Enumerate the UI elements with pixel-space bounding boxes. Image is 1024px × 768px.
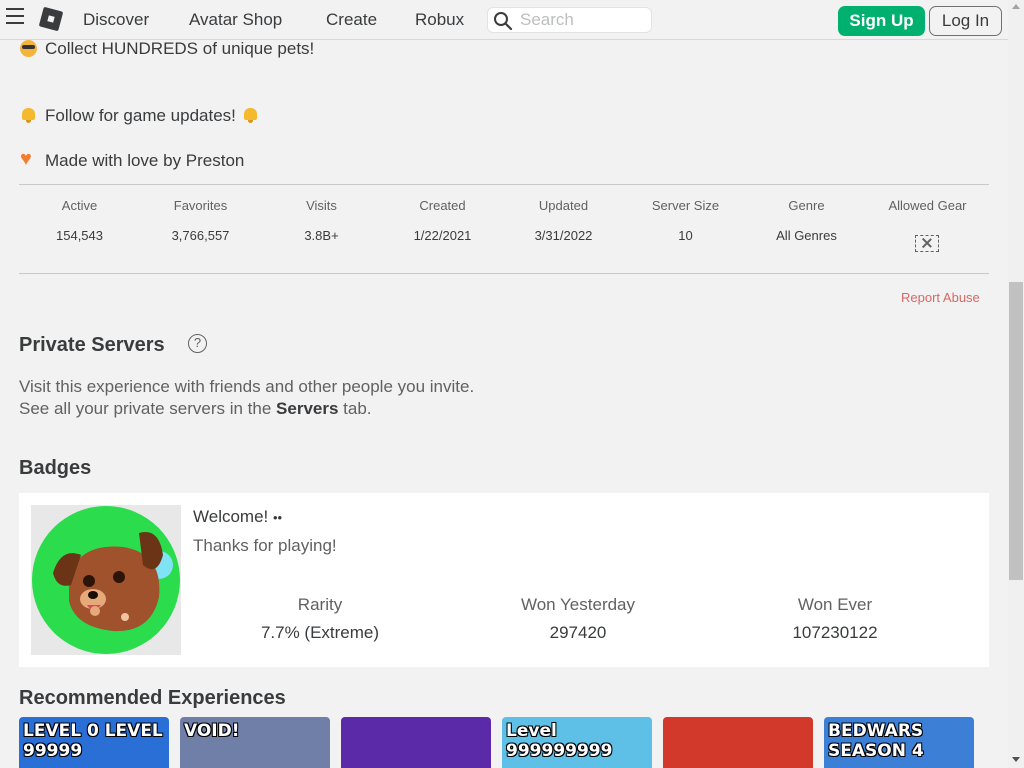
report-abuse-link[interactable]: Report Abuse [901,290,980,305]
scrollbar[interactable] [1008,0,1024,768]
roblox-logo-icon[interactable] [38,6,64,32]
nav-robux[interactable]: Robux [415,10,464,30]
search-icon[interactable] [493,11,513,31]
stat-value-server-size: 10 [678,228,693,243]
description-line: Collect HUNDREDS of unique pets! [20,39,314,59]
hint-text: tab. [343,399,372,418]
badge-name[interactable]: Welcome! •• [193,507,282,527]
badge-stat-label: Rarity [297,595,343,614]
recommended-experience-tile[interactable]: LEVEL 0 LEVEL 99999 [19,717,169,768]
stat-value-visits: 3.8B+ [304,228,339,243]
badge-name-text: Welcome! [193,507,269,526]
recommended-experience-tile[interactable]: Level 999999999 [502,717,652,768]
nav-discover[interactable]: Discover [83,10,149,30]
description-line: Made with love by Preston [20,148,245,171]
recommended-experience-tile[interactable]: VOID! [180,717,330,768]
stat-label-active: Active [61,198,98,213]
stat-label-updated: Updated [538,198,589,213]
sunglasses-emoji-icon [20,40,37,57]
badge-stat-label: Won Yesterday [520,595,636,614]
badge-image[interactable] [31,505,181,655]
help-icon[interactable]: ? [188,334,207,353]
badge-card: Welcome! •• Thanks for playing! Rarity 7… [19,493,989,667]
stat-value-genre: All Genres [776,228,837,243]
tile-caption: Level 999999999 [506,721,613,761]
bell-emoji-icon [20,107,37,124]
private-servers-description: Visit this experience with friends and o… [19,377,475,396]
servers-tab-link[interactable]: Servers [276,399,338,418]
login-button[interactable]: Log In [929,6,1002,36]
badge-stat-value: 7.7% (Extreme) [260,623,380,642]
top-navigation-bar: Discover Avatar Shop Create Robux Sign U… [0,0,1008,40]
stat-value-created: 1/22/2021 [413,228,472,243]
search-box [487,7,652,33]
no-gear-allowed-icon [915,235,939,252]
stat-label-server-size: Server Size [651,198,720,213]
signup-button[interactable]: Sign Up [838,6,925,36]
divider [19,184,989,185]
description-text: Collect HUNDREDS of unique pets! [45,39,315,58]
badge-stat-value: 297420 [549,623,607,642]
scroll-down-arrow-icon[interactable] [1012,757,1020,762]
stat-label-favorites: Favorites [173,198,228,213]
badge-stat-label: Won Ever [797,595,873,614]
divider [19,273,989,274]
stat-label-visits: Visits [306,198,337,213]
tile-caption: VOID! [184,721,240,741]
tile-caption: LEVEL 0 LEVEL 99999 [23,721,163,761]
stat-value-updated: 3/31/2022 [534,228,593,243]
dog-badge-icon [31,505,181,655]
description-text: Follow for game updates! [45,106,236,125]
scrollbar-thumb[interactable] [1009,282,1023,580]
heart-emoji-icon [20,148,37,171]
bell-emoji-icon [242,107,259,124]
stat-label-created: Created [419,198,466,213]
stat-value-favorites: 3,766,557 [171,228,230,243]
recommended-experience-tile[interactable]: BEDWARS SEASON 4 [824,717,974,768]
hint-text: See all your private servers in the [19,399,272,418]
recommended-title: Recommended Experiences [19,687,286,709]
badge-description: Thanks for playing! [193,536,337,555]
nav-avatar-shop[interactable]: Avatar Shop [189,10,282,30]
description-text: Made with love by Preston [45,151,245,170]
menu-icon[interactable] [6,8,26,24]
stat-value-active: 154,543 [56,228,103,243]
paw-emoji-icon: •• [273,510,283,525]
recommended-experience-tile[interactable] [663,717,813,768]
private-servers-title: Private Servers [19,334,165,356]
nav-create[interactable]: Create [326,10,377,30]
badge-stat-value: 107230122 [792,623,878,642]
stat-label-allowed-gear: Allowed Gear [888,198,967,213]
search-input[interactable] [520,10,645,30]
description-line: Follow for game updates! [20,106,259,126]
stat-label-genre: Genre [788,198,825,213]
tile-caption: BEDWARS SEASON 4 [828,721,924,761]
scroll-up-arrow-icon[interactable] [1012,4,1020,9]
recommended-experience-tile[interactable] [341,717,491,768]
badges-title: Badges [19,457,92,479]
private-servers-hint: See all your private servers in the Serv… [19,399,372,419]
